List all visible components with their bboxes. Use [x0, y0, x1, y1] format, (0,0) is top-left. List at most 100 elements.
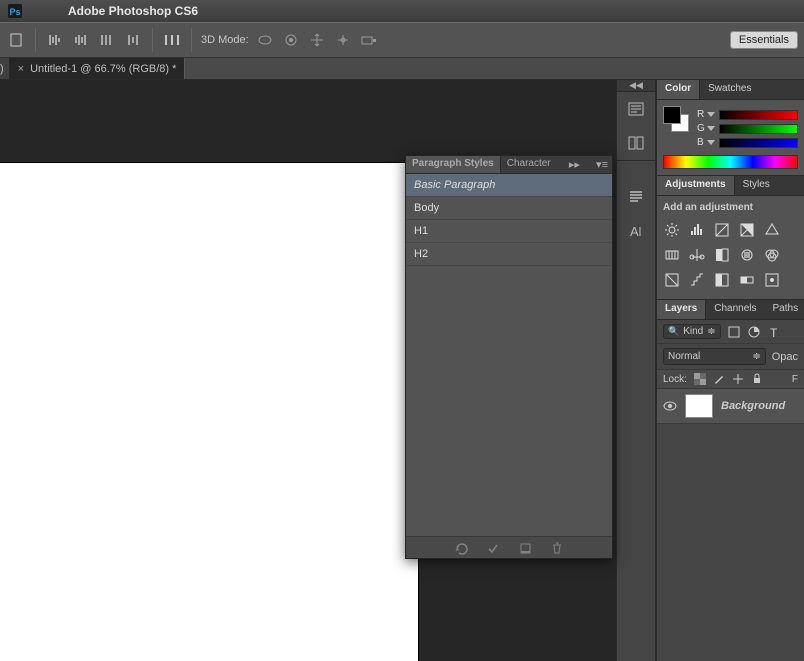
layer-row[interactable]: Background — [657, 389, 804, 424]
align-icon-2[interactable] — [71, 30, 91, 50]
tab-styles[interactable]: Styles — [735, 176, 778, 195]
r-label: R — [697, 109, 707, 120]
align-icon-1[interactable] — [45, 30, 65, 50]
hue-icon[interactable] — [663, 246, 681, 264]
lock-transparent-icon[interactable] — [694, 373, 706, 385]
kind-label: Kind — [683, 326, 703, 337]
document-tab-row: ) × Untitled-1 @ 66.7% (RGB/8) * — [0, 58, 804, 80]
levels-icon[interactable] — [688, 221, 706, 239]
doc-tab-active[interactable]: × Untitled-1 @ 66.7% (RGB/8) * — [10, 58, 186, 79]
lock-paint-icon[interactable] — [713, 373, 725, 385]
panel-collapse-icon[interactable]: ▸▸ — [565, 156, 584, 173]
clear-override-icon[interactable] — [454, 541, 468, 555]
threshold-icon[interactable] — [713, 271, 731, 289]
filter-adjust-icon[interactable] — [747, 325, 761, 339]
paragraph-styles-panel[interactable]: Paragraph Styles Character ▸▸ ▾≡ Basic P… — [405, 155, 613, 559]
layers-panel: 🔍Kind≑ T Normal≑ Opac Lock: F Backgro — [657, 320, 804, 624]
g-label: G — [697, 123, 707, 134]
filter-pixel-icon[interactable] — [727, 325, 741, 339]
delete-style-icon[interactable] — [550, 541, 564, 555]
distribute-icon[interactable] — [162, 30, 182, 50]
app-title: Adobe Photoshop CS6 — [58, 4, 198, 18]
3d-mode-label: 3D Mode: — [201, 34, 249, 46]
invert-icon[interactable] — [663, 271, 681, 289]
3d-rotate-icon[interactable] — [255, 30, 275, 50]
selective-color-icon[interactable] — [763, 271, 781, 289]
close-icon[interactable]: × — [18, 63, 24, 75]
document-canvas[interactable] — [0, 163, 418, 661]
history-panel-icon[interactable] — [617, 92, 655, 126]
posterize-icon[interactable] — [688, 271, 706, 289]
character-panel-icon[interactable]: A — [617, 214, 655, 248]
svg-text:T: T — [770, 326, 778, 339]
adjustments-panel-tabs: Adjustments Styles — [657, 176, 804, 196]
brightness-icon[interactable] — [663, 221, 681, 239]
tab-swatches[interactable]: Swatches — [700, 80, 759, 99]
opacity-label: Opac — [772, 351, 798, 363]
filter-type-icon[interactable]: T — [767, 325, 781, 339]
properties-panel-icon[interactable] — [617, 126, 655, 160]
filter-kind-dropdown[interactable]: 🔍Kind≑ — [663, 324, 721, 339]
visibility-icon[interactable] — [663, 401, 677, 411]
curves-icon[interactable] — [713, 221, 731, 239]
paragraph-styles-footer — [406, 536, 612, 558]
tab-paths[interactable]: Paths — [765, 300, 804, 319]
lock-all-icon[interactable] — [751, 373, 763, 385]
adjustments-panel: Add an adjustment — [657, 196, 804, 300]
workspace-button[interactable]: Essentials — [730, 31, 798, 49]
redefine-style-icon[interactable] — [486, 541, 500, 555]
exposure-icon[interactable] — [738, 221, 756, 239]
tool-preset-icon[interactable] — [6, 30, 26, 50]
bw-icon[interactable] — [713, 246, 731, 264]
channel-mixer-icon[interactable] — [763, 246, 781, 264]
align-icon-4[interactable] — [123, 30, 143, 50]
new-style-icon[interactable] — [518, 541, 532, 555]
fill-label: F — [792, 374, 798, 385]
tab-paragraph-styles[interactable]: Paragraph Styles — [406, 156, 501, 173]
3d-scale-icon[interactable] — [359, 30, 379, 50]
3d-slide-icon[interactable] — [333, 30, 353, 50]
foreground-color-swatch[interactable] — [663, 106, 681, 124]
b-slider[interactable] — [719, 138, 798, 148]
style-item-body[interactable]: Body — [406, 197, 612, 220]
collapse-toggle[interactable]: ◀◀ — [617, 80, 655, 92]
color-balance-icon[interactable] — [688, 246, 706, 264]
separator — [35, 28, 36, 52]
style-item-basic[interactable]: Basic Paragraph — [406, 174, 612, 197]
svg-text:A: A — [630, 224, 639, 239]
3d-roll-icon[interactable] — [281, 30, 301, 50]
align-icon-3[interactable] — [97, 30, 117, 50]
paragraph-style-list: Basic Paragraph Body H1 H2 — [406, 174, 612, 266]
tab-character-styles[interactable]: Character — [501, 156, 557, 173]
style-item-h2[interactable]: H2 — [406, 243, 612, 266]
photo-filter-icon[interactable] — [738, 246, 756, 264]
gradient-map-icon[interactable] — [738, 271, 756, 289]
color-panel: R G B — [657, 100, 804, 176]
layer-thumbnail[interactable] — [685, 394, 713, 418]
lock-position-icon[interactable] — [732, 373, 744, 385]
tab-channels[interactable]: Channels — [706, 300, 764, 319]
tab-layers[interactable]: Layers — [657, 300, 706, 319]
blend-mode-dropdown[interactable]: Normal≑ — [663, 348, 766, 365]
doc-tab-partial[interactable]: ) — [0, 58, 10, 79]
g-slider[interactable] — [719, 124, 798, 134]
app-icon: Ps — [8, 4, 58, 18]
paragraph-panel-icon[interactable] — [617, 180, 655, 214]
3d-pan-icon[interactable] — [307, 30, 327, 50]
vibrance-icon[interactable] — [763, 221, 781, 239]
lock-label: Lock: — [663, 374, 687, 385]
spectrum-ramp[interactable] — [663, 155, 798, 169]
partial-close-paren: ) — [0, 63, 4, 75]
layer-name[interactable]: Background — [721, 400, 785, 412]
doc-tab-label: Untitled-1 @ 66.7% (RGB/8) * — [30, 63, 176, 75]
r-slider[interactable] — [719, 110, 798, 120]
tab-color[interactable]: Color — [657, 80, 700, 99]
tab-adjustments[interactable]: Adjustments — [657, 176, 735, 195]
color-panel-tabs: Color Swatches — [657, 80, 804, 100]
blend-mode-label: Normal — [668, 351, 700, 362]
style-item-h1[interactable]: H1 — [406, 220, 612, 243]
panel-menu-icon[interactable]: ▾≡ — [592, 156, 612, 173]
options-bar: 3D Mode: Essentials — [0, 22, 804, 58]
b-label: B — [697, 137, 707, 148]
fg-bg-swatch[interactable] — [663, 106, 689, 132]
